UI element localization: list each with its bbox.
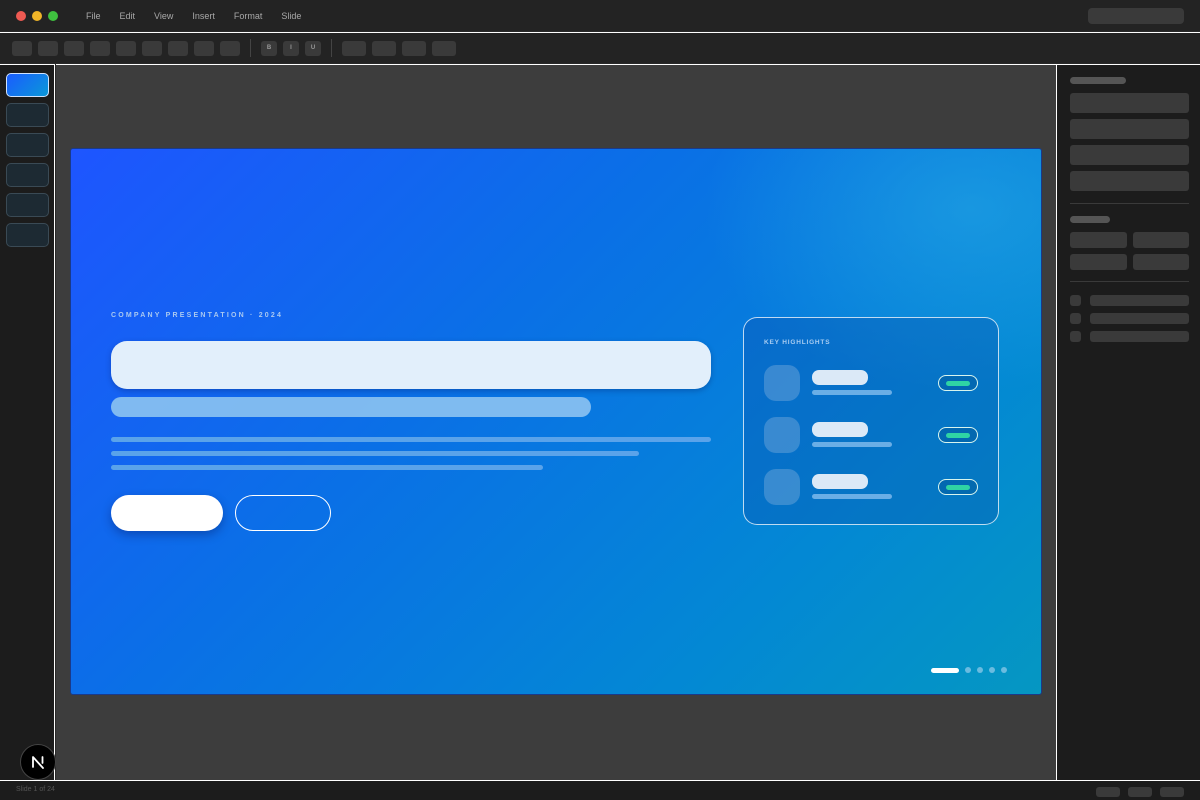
nextjs-logo-icon <box>32 756 44 769</box>
toolbar-button-6[interactable] <box>142 41 162 56</box>
body-text-line <box>111 465 543 470</box>
property-field[interactable] <box>1070 145 1189 165</box>
body-text-line <box>111 437 711 442</box>
property-field[interactable] <box>1070 232 1127 248</box>
toolbar-button-12[interactable] <box>402 41 426 56</box>
toolbar-divider <box>331 39 332 57</box>
toolbar-button-5[interactable] <box>116 41 136 56</box>
highlight-avatar <box>764 365 800 401</box>
status-badge <box>938 375 978 391</box>
panel-heading <box>1070 216 1110 223</box>
option-checkbox[interactable] <box>1070 313 1081 324</box>
option-label-placeholder <box>1090 295 1189 306</box>
status-button-1[interactable] <box>1096 787 1120 797</box>
option-label-placeholder <box>1090 331 1189 342</box>
panel-divider <box>1070 281 1189 282</box>
option-checkbox[interactable] <box>1070 295 1081 306</box>
secondary-cta-button[interactable] <box>235 495 331 531</box>
slide-thumbnails-panel <box>0 64 55 780</box>
slide-thumbnail-4[interactable] <box>6 163 49 187</box>
option-checkbox[interactable] <box>1070 331 1081 342</box>
slide-thumbnail-6[interactable] <box>6 223 49 247</box>
nextjs-logo-button[interactable] <box>20 744 56 780</box>
slide-subtitle-placeholder[interactable] <box>111 397 591 417</box>
panel-divider <box>1070 203 1189 204</box>
status-bar: Slide 1 of 24 <box>0 780 1200 800</box>
pagination-dot[interactable] <box>989 667 995 673</box>
toolbar-button-8[interactable] <box>194 41 214 56</box>
slide-pagination <box>931 667 1007 673</box>
search-input[interactable] <box>1088 8 1184 24</box>
title-bar: File Edit View Insert Format Slide <box>0 0 1200 31</box>
body-text-line <box>111 451 639 456</box>
property-field[interactable] <box>1070 171 1189 191</box>
menu-file[interactable]: File <box>86 10 101 22</box>
highlight-row <box>764 365 978 401</box>
toolbar-button-4[interactable] <box>90 41 110 56</box>
highlight-name-placeholder <box>812 370 868 385</box>
menu-view[interactable]: View <box>154 10 173 22</box>
toolbar: B I U <box>0 32 1200 63</box>
property-field[interactable] <box>1070 93 1189 113</box>
toolbar-button-3[interactable] <box>64 41 84 56</box>
menu-edit[interactable]: Edit <box>120 10 136 22</box>
property-field[interactable] <box>1133 254 1189 270</box>
slide-thumbnail-5[interactable] <box>6 193 49 217</box>
status-badge <box>938 479 978 495</box>
pagination-dot[interactable] <box>1001 667 1007 673</box>
bold-button[interactable]: B <box>261 41 277 56</box>
pagination-dot-active[interactable] <box>931 667 959 673</box>
toolbar-button-7[interactable] <box>168 41 188 56</box>
highlight-avatar <box>764 469 800 505</box>
menu-format[interactable]: Format <box>234 10 263 22</box>
slide-thumbnail-2[interactable] <box>6 103 49 127</box>
status-button-3[interactable] <box>1160 787 1184 797</box>
toolbar-button-1[interactable] <box>12 41 32 56</box>
pagination-dot[interactable] <box>977 667 983 673</box>
slide-counter: Slide 1 of 24 <box>16 786 55 793</box>
option-label-placeholder <box>1090 313 1189 324</box>
status-badge <box>938 427 978 443</box>
italic-button[interactable]: I <box>283 41 299 56</box>
highlight-name-placeholder <box>812 474 868 489</box>
highlight-detail-placeholder <box>812 442 892 447</box>
highlight-name-placeholder <box>812 422 868 437</box>
status-badge-fill <box>946 381 970 386</box>
status-badge-fill <box>946 433 970 438</box>
highlight-detail-placeholder <box>812 390 892 395</box>
property-field[interactable] <box>1070 254 1127 270</box>
panel-heading <box>1070 77 1126 84</box>
toolbar-button-11[interactable] <box>372 41 396 56</box>
slide-title-placeholder[interactable] <box>111 341 711 389</box>
toolbar-button-2[interactable] <box>38 41 58 56</box>
status-badge-fill <box>946 485 970 490</box>
menu-slide[interactable]: Slide <box>281 10 301 22</box>
properties-panel <box>1056 64 1200 780</box>
primary-cta-button[interactable] <box>111 495 223 531</box>
highlight-avatar <box>764 417 800 453</box>
status-button-2[interactable] <box>1128 787 1152 797</box>
highlight-row <box>764 469 978 505</box>
property-field[interactable] <box>1133 232 1189 248</box>
toolbar-button-13[interactable] <box>432 41 456 56</box>
maximize-window-button[interactable] <box>48 11 58 21</box>
close-window-button[interactable] <box>16 11 26 21</box>
key-highlights-card: KEY HIGHLIGHTS <box>743 317 999 525</box>
highlight-detail-placeholder <box>812 494 892 499</box>
toolbar-button-10[interactable] <box>342 41 366 56</box>
pagination-dot[interactable] <box>965 667 971 673</box>
menu-insert[interactable]: Insert <box>192 10 215 22</box>
menu-bar: File Edit View Insert Format Slide <box>86 10 320 22</box>
toolbar-button-9[interactable] <box>220 41 240 56</box>
slide-kicker: COMPANY PRESENTATION · 2024 <box>111 312 284 319</box>
property-field[interactable] <box>1070 119 1189 139</box>
minimize-window-button[interactable] <box>32 11 42 21</box>
highlight-row <box>764 417 978 453</box>
slide-thumbnail-1[interactable] <box>6 73 49 97</box>
toolbar-divider <box>250 39 251 57</box>
slide-thumbnail-3[interactable] <box>6 133 49 157</box>
slide-canvas[interactable]: COMPANY PRESENTATION · 2024 KEY HIGHLIGH… <box>71 149 1041 694</box>
card-title: KEY HIGHLIGHTS <box>764 339 831 346</box>
underline-button[interactable]: U <box>305 41 321 56</box>
